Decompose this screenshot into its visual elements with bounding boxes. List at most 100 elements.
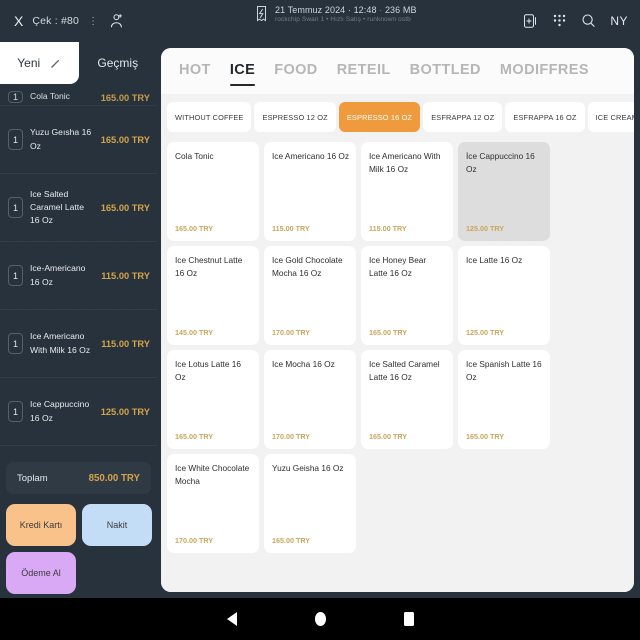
chip-esfrappa-16oz[interactable]: ESFRAPPA 16 OZ: [505, 102, 585, 132]
product-card[interactable]: Ice Spanish Latte 16 Oz 165.00 TRY: [458, 350, 550, 449]
chip-espresso-12oz[interactable]: ESPRESSO 12 OZ: [254, 102, 336, 132]
chip-without-coffee[interactable]: WITHOUT COFFEE: [167, 102, 252, 132]
cart-list[interactable]: 1 Cola Tonic 165.00 TRY 1 Yuzu Geısha 16…: [0, 84, 157, 496]
total-value: 850.00 TRY: [88, 472, 140, 484]
product-card[interactable]: İce Cappuccino 16 Oz 125.00 TRY: [458, 142, 550, 241]
recents-square-icon[interactable]: [403, 612, 414, 626]
subcategory-chips: WITHOUT COFFEE ESPRESSO 12 OZ ESPRESSO 1…: [161, 94, 634, 138]
product-card[interactable]: Ice Chestnut Latte 16 Oz 145.00 TRY: [167, 246, 259, 345]
tab-yeni-label: Yeni: [17, 56, 41, 70]
keypad-icon[interactable]: [552, 13, 567, 29]
product-name: İce Cappuccino 16 Oz: [466, 151, 535, 175]
tab-reteil[interactable]: RETEIL: [337, 54, 391, 88]
check-number-label[interactable]: Çek : #80: [32, 15, 79, 27]
cart-row[interactable]: 1 Ice Cappuccino 16 Oz 125.00 TRY: [0, 378, 157, 446]
cart-item-name: Ice Cappuccino 16 Oz: [30, 399, 90, 423]
datetime-label: 21 Temmuz 2024 · 12:48: [275, 5, 377, 15]
product-card[interactable]: Ice White Chocolate Mocha 170.00 TRY: [167, 454, 259, 553]
receipt-icon: [255, 5, 268, 22]
cart-item-qty[interactable]: 1: [8, 333, 23, 354]
tab-gecmis-label: Geçmiş: [97, 56, 139, 70]
add-note-icon[interactable]: [523, 13, 538, 29]
top-bar-left-group: X Çek : #80 ⋮: [0, 13, 124, 30]
cart-item-name: Ice Americano With Milk 16 Oz: [30, 331, 91, 355]
tab-food[interactable]: FOOD: [274, 54, 318, 88]
add-user-icon[interactable]: [108, 13, 124, 30]
tab-ice[interactable]: ICE: [229, 54, 256, 88]
cart-item-price: 165.00 TRY: [100, 93, 150, 103]
product-card[interactable]: Ice Americano 16 Oz 115.00 TRY: [264, 142, 356, 241]
datetime-memory-line: 21 Temmuz 2024 · 12:48 · 236 MB: [275, 5, 417, 15]
cart-row[interactable]: 1 Yuzu Geısha 16 Oz 165.00 TRY: [0, 106, 157, 174]
product-card[interactable]: Ice Mocha 16 Oz 170.00 TRY: [264, 350, 356, 449]
search-icon[interactable]: [581, 13, 596, 29]
cart-row[interactable]: 1 Ice Salted Caramel Latte 16 Oz 165.00 …: [0, 174, 157, 242]
take-payment-button[interactable]: Ödeme Al: [6, 552, 76, 594]
cart-row[interactable]: 1 Ice-Americano 16 Oz 115.00 TRY: [0, 242, 157, 310]
cart-item-qty[interactable]: 1: [8, 401, 23, 422]
product-grid: Cola Tonic 165.00 TRY Ice Americano 16 O…: [161, 138, 634, 592]
status-center-group: 21 Temmuz 2024 · 12:48 · 236 MB rockchip…: [255, 5, 417, 23]
product-name: Ice White Chocolate Mocha: [175, 463, 250, 487]
product-name: Ice Spanish Latte 16 Oz: [466, 359, 542, 383]
product-price: 165.00 TRY: [175, 224, 214, 233]
tab-gecmis[interactable]: Geçmiş: [79, 42, 158, 84]
product-price: 170.00 TRY: [175, 536, 214, 545]
product-price: 165.00 TRY: [369, 432, 408, 441]
credit-card-button[interactable]: Kredi Kartı: [6, 504, 76, 546]
back-triangle-icon[interactable]: [226, 612, 237, 626]
kebab-menu-icon[interactable]: ⋮: [88, 16, 99, 27]
tab-modiffres[interactable]: MODIFFRES: [500, 54, 589, 88]
product-price: 115.00 TRY: [369, 224, 407, 233]
cart-item-name: Ice Salted Caramel Latte 16 Oz: [30, 188, 84, 226]
cart-item-qty[interactable]: 1: [8, 129, 23, 150]
cart-item-qty[interactable]: 1: [8, 197, 23, 218]
product-name: Cola Tonic: [175, 151, 214, 161]
product-card[interactable]: Yuzu Geisha 16 Oz 165.00 TRY: [264, 454, 356, 553]
user-initials-label[interactable]: NY: [610, 14, 628, 28]
product-card[interactable]: Ice Latte 16 Oz 125.00 TRY: [458, 246, 550, 345]
close-icon[interactable]: X: [14, 14, 23, 28]
chip-ice-cream-milkshake[interactable]: ICE CREAM&MILKSHAKE: [587, 102, 634, 132]
tab-hot[interactable]: HOT: [179, 54, 211, 88]
product-name: Ice Americano 16 Oz: [272, 151, 350, 161]
memory-separator: ·: [379, 5, 383, 15]
payment-buttons: Kredi Kartı Nakit Ödeme Al: [6, 504, 152, 594]
product-card[interactable]: Cola Tonic 165.00 TRY: [167, 142, 259, 241]
tab-bottled[interactable]: BOTTLED: [410, 54, 481, 88]
cart-row[interactable]: 1 Ice Americano With Milk 16 Oz 115.00 T…: [0, 310, 157, 378]
product-card[interactable]: Ice Lotus Latte 16 Oz 165.00 TRY: [167, 350, 259, 449]
category-tabs: HOT ICE FOOD RETEIL BOTTLED MODIFFRES: [161, 48, 634, 94]
cart-row[interactable]: 1 Cola Tonic 165.00 TRY: [0, 84, 157, 106]
product-price: 145.00 TRY: [175, 328, 214, 337]
status-text-group: 21 Temmuz 2024 · 12:48 · 236 MB rockchip…: [275, 5, 417, 23]
product-card[interactable]: Ice Salted Caramel Latte 16 Oz 165.00 TR…: [361, 350, 453, 449]
product-card[interactable]: Ice Gold Chocolate Mocha 16 Oz 170.00 TR…: [264, 246, 356, 345]
cart-item-price: 125.00 TRY: [100, 406, 150, 417]
product-name: Ice Honey Bear Latte 16 Oz: [369, 255, 427, 279]
product-name: Ice Gold Chocolate Mocha 16 Oz: [272, 255, 343, 279]
product-name: Ice Mocha 16 Oz: [272, 359, 335, 369]
chip-esfrappa-12oz[interactable]: ESFRAPPA 12 OZ: [423, 102, 503, 132]
home-circle-icon[interactable]: [314, 612, 326, 626]
cart-item-qty[interactable]: 1: [8, 265, 23, 286]
product-price: 170.00 TRY: [272, 328, 311, 337]
catalog-panel: HOT ICE FOOD RETEIL BOTTLED MODIFFRES WI…: [161, 48, 634, 592]
product-price: 165.00 TRY: [175, 432, 214, 441]
order-total: Toplam 850.00 TRY: [6, 462, 151, 494]
product-card[interactable]: Ice Honey Bear Latte 16 Oz 165.00 TRY: [361, 246, 453, 345]
cash-button[interactable]: Nakit: [82, 504, 152, 546]
tab-yeni[interactable]: Yeni: [0, 42, 79, 84]
chip-espresso-16oz[interactable]: ESPRESSO 16 OZ: [338, 102, 421, 132]
cart-item-name: Yuzu Geısha 16 Oz: [30, 127, 92, 151]
device-subtitle: rockchip Swan 1 • Hızlı Satış • runknown…: [275, 16, 411, 23]
memory-label: 236 MB: [384, 5, 417, 15]
cart-item-qty[interactable]: 1: [8, 91, 23, 103]
product-name: Ice Chestnut Latte 16 Oz: [175, 255, 243, 279]
product-card[interactable]: Ice Americano With Milk 16 Oz 115.00 TRY: [361, 142, 453, 241]
product-name: Ice Americano With Milk 16 Oz: [369, 151, 441, 175]
pencil-icon[interactable]: [50, 58, 61, 69]
top-bar: X Çek : #80 ⋮ 21 Temmuz 2024 · 12:48 · 2…: [0, 0, 640, 42]
product-price: 125.00 TRY: [466, 224, 505, 233]
product-price: 165.00 TRY: [369, 328, 408, 337]
